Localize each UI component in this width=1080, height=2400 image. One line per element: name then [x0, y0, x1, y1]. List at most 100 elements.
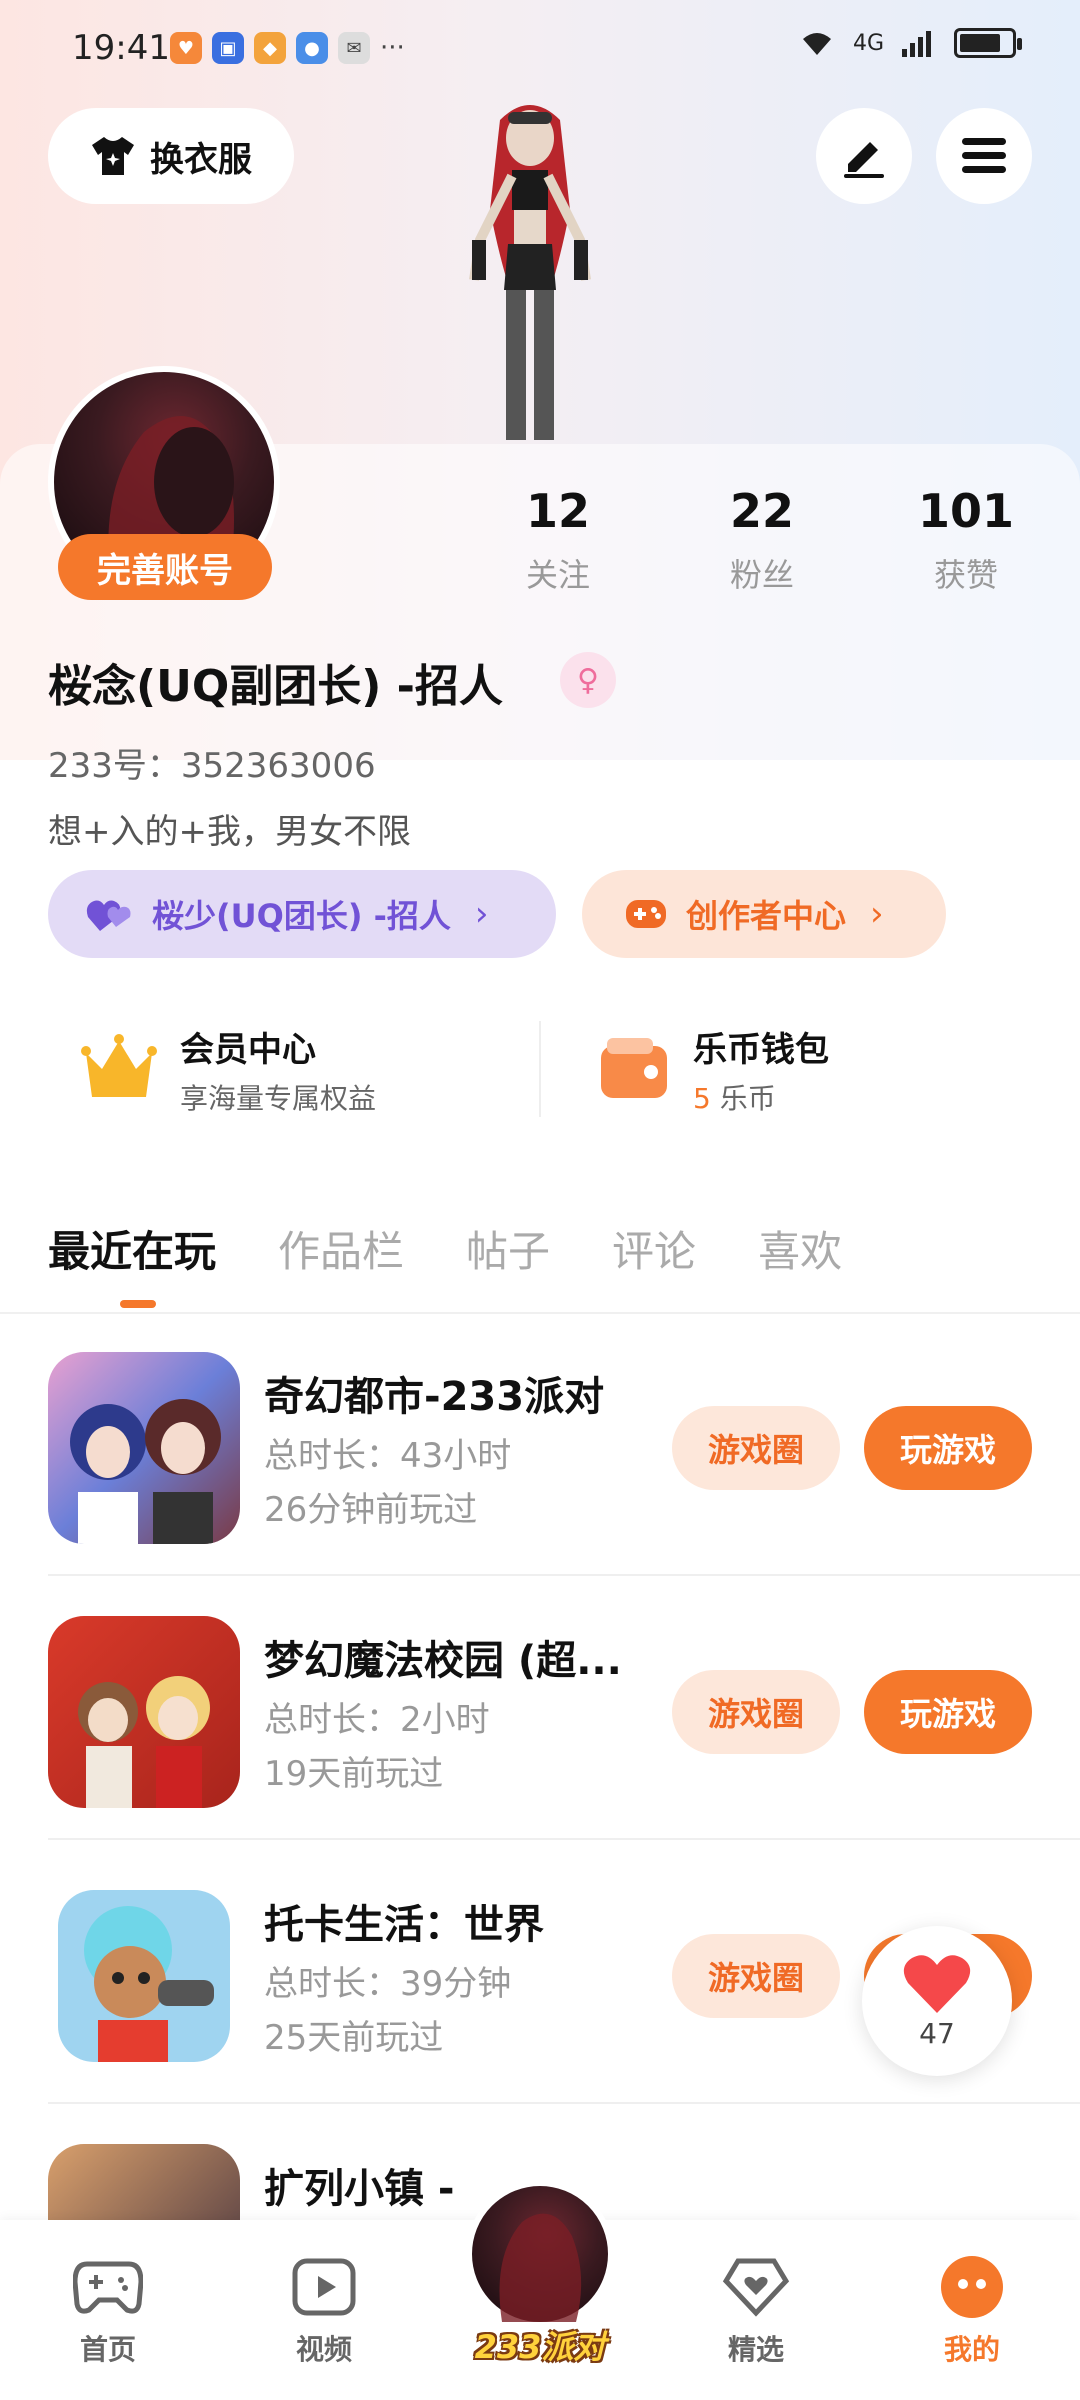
creator-center-label: 创作者中心 [686, 897, 847, 935]
member-center-entry[interactable]: 会员中心 享海量专属权益 [24, 994, 539, 1144]
double-heart-icon [86, 900, 131, 931]
game-circle-button[interactable]: 游戏圈 [672, 1934, 840, 2018]
game-title: 奇幻都市-233派对 [264, 1374, 605, 1420]
game-artwork [84, 1906, 214, 2062]
nav-home-label: 首页 [79, 2333, 136, 2366]
avatar-image [499, 2213, 582, 2322]
game-row[interactable]: 梦幻魔法校园 (超... 总时长：2小时 19天前玩过 游戏圈 玩游戏 [0, 1576, 1080, 1840]
notification-icons: ♥ ▣ ◆ ● ✉ ··· [170, 32, 405, 64]
game-duration: 总时长：39分钟 [264, 1964, 512, 2004]
nav-party-label[interactable]: 233派对 [466, 2322, 614, 2368]
game-last-played: 26分钟前玩过 [264, 1490, 478, 1530]
nickname: 桜念(UQ副团长) -招人 [48, 661, 503, 712]
avatar-character-illustration[interactable] [420, 90, 640, 450]
nav-mine[interactable]: 我的 [902, 2254, 1042, 2368]
app-notification-icon: ♥ [170, 32, 202, 64]
active-tab-indicator [120, 1300, 156, 1308]
tab-comments[interactable]: 评论 [612, 1218, 696, 1279]
tab-works[interactable]: 作品栏 [278, 1218, 404, 1279]
likes-label: 获赞 [933, 556, 998, 594]
edit-profile-button[interactable] [816, 108, 912, 204]
game-last-played: 19天前玩过 [264, 1754, 444, 1794]
bio: 想+入的+我，男女不限 [48, 812, 411, 852]
gamepad-icon [70, 2254, 146, 2320]
pen-icon [844, 142, 884, 178]
tab-posts[interactable]: 帖子 [466, 1218, 550, 1279]
following-label: 关注 [525, 556, 590, 594]
complete-account-badge[interactable]: 完善账号 [58, 534, 272, 600]
tab-recent-played[interactable]: 最近在玩 [48, 1218, 216, 1279]
nav-party-avatar[interactable] [466, 2180, 614, 2328]
status-time: 19:41 [72, 28, 170, 68]
game-circle-button[interactable]: 游戏圈 [672, 1406, 840, 1490]
more-notifications-icon: ··· [380, 33, 405, 63]
app-notification-icon: ◆ [254, 32, 286, 64]
game-duration: 总时长：43小时 [264, 1436, 512, 1476]
game-icon-fantasy-city[interactable] [48, 1352, 240, 1544]
game-artwork [78, 1676, 210, 1808]
stat-following[interactable]: 12 关注 [478, 484, 638, 596]
game-artwork [70, 1399, 221, 1544]
app-notification-icon: ● [296, 32, 328, 64]
video-play-icon [286, 2254, 362, 2320]
change-outfit-label: 换衣服 [150, 139, 252, 180]
menu-button[interactable] [936, 108, 1032, 204]
tab-likes[interactable]: 喜欢 [758, 1218, 842, 1279]
member-center-title: 会员中心 [180, 1029, 316, 1070]
stat-followers[interactable]: 22 粉丝 [682, 484, 842, 596]
battery-icon [954, 28, 1022, 58]
network-type: 4G [852, 30, 884, 56]
play-game-button[interactable]: 玩游戏 [864, 1670, 1032, 1754]
status-bar: 19:41 ♥ ▣ ◆ ● ✉ ··· 4G [0, 0, 1080, 100]
coin-wallet-entry[interactable]: 乐币钱包 5 乐币 [541, 994, 1056, 1144]
tshirt-icon [92, 137, 134, 175]
coin-wallet-title: 乐币钱包 [693, 1029, 829, 1070]
game-duration: 总时长：2小时 [264, 1700, 490, 1740]
user-id: 233号：352363006 [48, 746, 376, 786]
nav-video-label: 视频 [295, 2333, 352, 2366]
wallet-icon [601, 1038, 667, 1098]
menu-icon [962, 138, 1006, 173]
signal-icon [902, 31, 931, 57]
game-icon-toca-life[interactable] [58, 1890, 230, 2062]
nav-home[interactable]: 首页 [38, 2254, 178, 2368]
creator-center-button[interactable]: 创作者中心 › [582, 870, 946, 958]
followers-label: 粉丝 [729, 556, 794, 594]
member-center-subtitle: 享海量专属权益 [180, 1081, 377, 1115]
nav-featured[interactable]: 精选 [686, 2254, 826, 2368]
wechat-icon: ✉ [338, 32, 370, 64]
nav-featured-label: 精选 [727, 2333, 784, 2366]
status-indicators: 4G [799, 28, 1022, 58]
coin-unit: 乐币 [719, 1081, 776, 1115]
floating-like-button[interactable]: 47 [862, 1926, 1012, 2076]
game-circle-button[interactable]: 游戏圈 [672, 1670, 840, 1754]
wifi-icon [802, 33, 831, 55]
play-game-button[interactable]: 玩游戏 [864, 1406, 1032, 1490]
followers-count: 22 [729, 484, 794, 538]
profile-tabs: 最近在玩 作品栏 帖子 评论 喜欢 [48, 1218, 842, 1279]
chevron-right-icon: › [474, 894, 489, 934]
likes-count: 101 [917, 484, 1015, 538]
vip-wallet-card: 会员中心 享海量专属权益 乐币钱包 5 乐币 [24, 994, 1056, 1144]
coin-balance-amount: 5 [693, 1081, 711, 1115]
heart-icon [903, 1954, 971, 2013]
game-title: 托卡生活：世界 [264, 1902, 544, 1948]
crown-icon [81, 1034, 157, 1097]
smile-icon [934, 2254, 1010, 2320]
coin-wallet-balance: 5 乐币 [693, 1077, 829, 1117]
game-icon-magic-campus[interactable] [48, 1616, 240, 1808]
group-pill-label: 桜少(UQ团长) -招人 [152, 897, 451, 935]
gamepad-icon [626, 900, 666, 928]
stat-likes[interactable]: 101 获赞 [886, 484, 1046, 596]
like-count: 47 [919, 2016, 955, 2050]
nav-video[interactable]: 视频 [254, 2254, 394, 2368]
game-last-played: 25天前玩过 [264, 2018, 444, 2058]
chevron-right-icon: › [870, 894, 884, 934]
app-notification-icon: ▣ [212, 32, 244, 64]
group-pill-button[interactable]: 桜少(UQ团长) -招人 › [48, 870, 556, 958]
change-outfit-button[interactable]: 换衣服 [48, 108, 294, 204]
female-gender-icon: ♀ [560, 652, 616, 708]
game-row[interactable]: 奇幻都市-233派对 总时长：43小时 26分钟前玩过 游戏圈 玩游戏 [0, 1312, 1080, 1576]
game-title: 梦幻魔法校园 (超... [264, 1638, 622, 1684]
nav-mine-label: 我的 [943, 2333, 1000, 2366]
